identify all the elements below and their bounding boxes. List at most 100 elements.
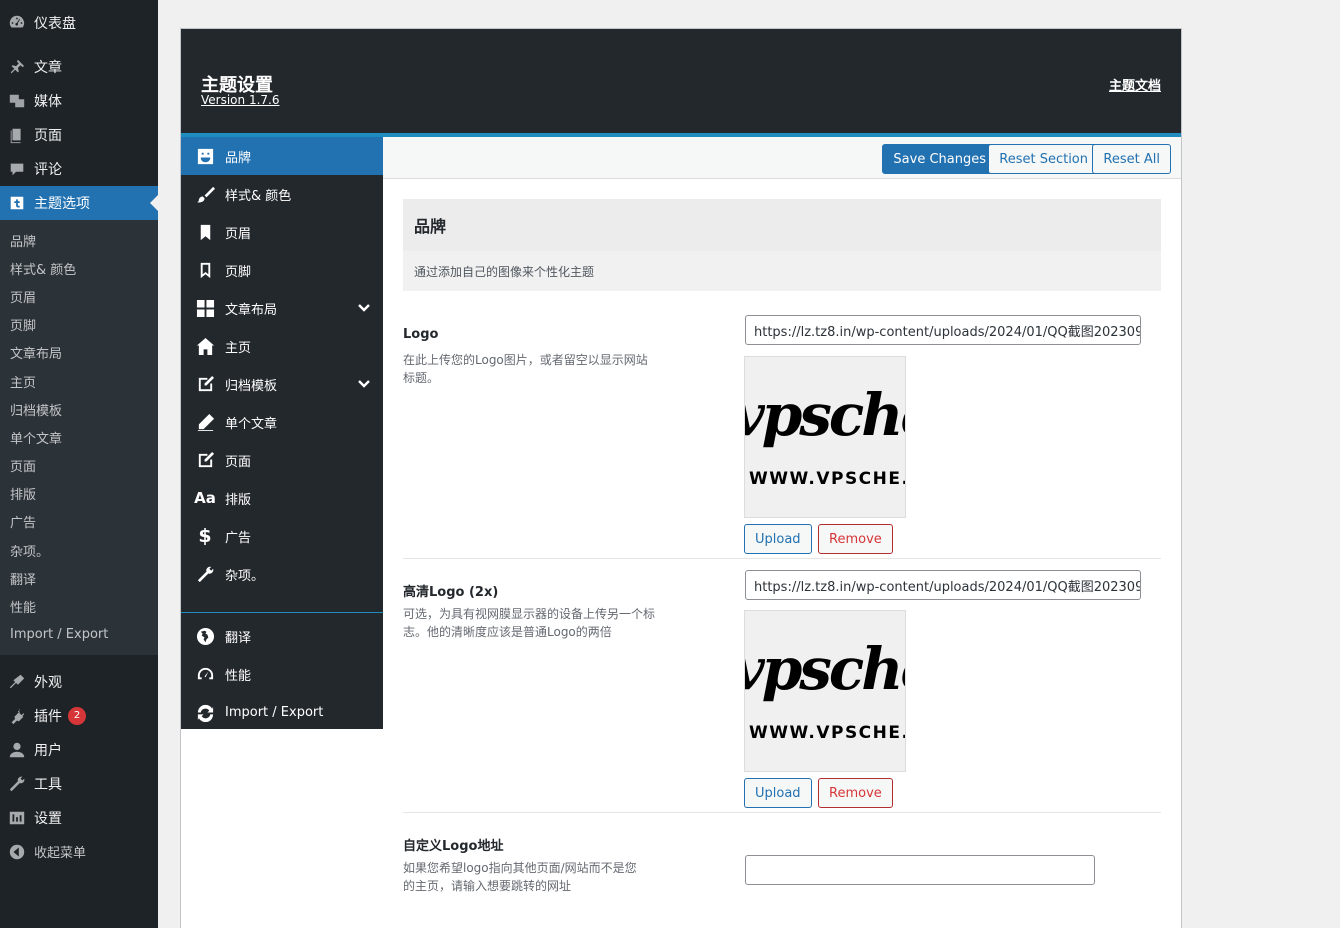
- nav-header[interactable]: 页眉: [181, 213, 383, 251]
- field-label: Logo: [403, 327, 439, 342]
- nav-style-color[interactable]: 样式& 颜色: [181, 175, 383, 213]
- nav-page[interactable]: 页面: [181, 441, 383, 479]
- submenu-item[interactable]: 页脚: [0, 311, 158, 339]
- nav-label: 品牌: [225, 150, 252, 166]
- nav-label: 归档模板: [225, 378, 278, 394]
- menu-label: 工具: [34, 776, 62, 793]
- submenu-item[interactable]: 翻译: [0, 564, 158, 592]
- nav-label: 排版: [225, 492, 252, 508]
- submenu-item[interactable]: 页眉: [0, 282, 158, 310]
- nav-single-post[interactable]: 单个文章: [181, 403, 383, 441]
- retina-logo-upload-button[interactable]: Upload: [744, 778, 812, 808]
- reset-section-button[interactable]: Reset Section: [988, 144, 1099, 174]
- submenu-item[interactable]: 杂项。: [0, 536, 158, 564]
- nav-archive-template[interactable]: 归档模板: [181, 365, 383, 403]
- submenu-item[interactable]: 页面: [0, 452, 158, 480]
- panel-toolbar: Save Changes Reset Section Reset All: [383, 137, 1181, 179]
- custom-logo-url-input[interactable]: [745, 855, 1095, 885]
- submenu-item[interactable]: 品牌: [0, 226, 158, 254]
- retina-logo-remove-button[interactable]: Remove: [818, 778, 893, 808]
- nav-label: Import / Export: [225, 704, 324, 720]
- nav-import-export[interactable]: Import / Export: [181, 693, 383, 731]
- logo-remove-button[interactable]: Remove: [818, 524, 893, 554]
- globe-icon: [195, 626, 215, 646]
- menu-appearance[interactable]: 外观: [0, 665, 158, 699]
- submenu-item[interactable]: 广告: [0, 508, 158, 536]
- menu-label: 插件: [34, 708, 62, 725]
- bookmark-outline-icon: [195, 260, 215, 280]
- nav-footer[interactable]: 页脚: [181, 251, 383, 289]
- menu-dashboard[interactable]: 仪表盘: [0, 6, 158, 40]
- edit-icon: [195, 374, 215, 394]
- home-icon: [195, 336, 215, 356]
- panel-nav: 品牌 样式& 颜色 页眉 页脚 文章布局 主页 归档模板 单个文章 页面 Aa …: [181, 137, 383, 729]
- nav-post-layout[interactable]: 文章布局: [181, 289, 383, 327]
- retina-logo-preview-image: vpsche WWW.VPSCHE.COM: [744, 610, 906, 772]
- menu-posts[interactable]: 文章: [0, 50, 158, 84]
- menu-collapse[interactable]: 收起菜单: [0, 835, 158, 869]
- nav-ads[interactable]: $ 广告: [181, 517, 383, 555]
- section-header: 品牌 通过添加自己的图像来个性化主题: [403, 199, 1161, 291]
- nav-label: 翻译: [225, 630, 252, 646]
- admin-sidebar: 仪表盘 文章 媒体 页面 评论 主题选项 品牌 样式& 颜色 页眉 页脚 文章布局 主页归…: [0, 0, 158, 928]
- submenu-item[interactable]: Import / Export: [0, 621, 158, 649]
- menu-comments[interactable]: 评论: [0, 152, 158, 186]
- nav-label: 性能: [225, 668, 252, 684]
- menu-label: 主题选项: [34, 196, 90, 212]
- nav-translate[interactable]: 翻译: [181, 617, 383, 655]
- dashboard-icon: [8, 14, 26, 32]
- logo-preview-script: vpsche: [745, 635, 905, 703]
- logo-preview-url: WWW.VPSCHE.COM: [749, 469, 905, 489]
- menu-label: 用户: [34, 742, 62, 759]
- nav-divider: [181, 593, 383, 613]
- logo-url-input[interactable]: https://lz.tz8.in/wp-content/uploads/202…: [745, 315, 1141, 345]
- submenu-item[interactable]: 性能: [0, 592, 158, 620]
- theme-options-submenu: 品牌 样式& 颜色 页眉 页脚 文章布局 主页 归档模板 单个文章 页面 排版 广告 杂项。 翻译 性能 I…: [0, 220, 158, 655]
- menu-label: 媒体: [34, 94, 62, 110]
- retina-logo-field: 高清Logo (2x) 可选，为具有视网膜显示器的设备上传另一个标志。他的清晰度…: [403, 559, 1161, 813]
- logo-preview-script: vpsche: [745, 381, 905, 449]
- comment-icon: [8, 160, 26, 178]
- nav-performance[interactable]: 性能: [181, 655, 383, 693]
- submenu-item[interactable]: 排版: [0, 480, 158, 508]
- settings-content: 品牌 通过添加自己的图像来个性化主题 Logo 在此上传您的Logo图片，或者留…: [383, 179, 1181, 928]
- field-description: 如果您希望logo指向其他页面/网站而不是您的主页，请输入想要跳转的网址: [403, 861, 637, 893]
- nav-homepage[interactable]: 主页: [181, 327, 383, 365]
- menu-plugins[interactable]: 插件 2: [0, 699, 158, 733]
- field-label: 自定义Logo地址: [403, 839, 504, 854]
- save-changes-button[interactable]: Save Changes: [882, 144, 997, 174]
- logo-upload-button[interactable]: Upload: [744, 524, 812, 554]
- menu-pages[interactable]: 页面: [0, 118, 158, 152]
- submenu-item[interactable]: 主页: [0, 367, 158, 395]
- menu-label: 页面: [34, 128, 62, 144]
- panel-header: 主题设置 Version 1.7.6 主题文档: [181, 29, 1181, 137]
- submenu-item[interactable]: 文章布局: [0, 339, 158, 367]
- nav-typography[interactable]: Aa 排版: [181, 479, 383, 517]
- menu-tools[interactable]: 工具: [0, 767, 158, 801]
- submenu-item[interactable]: 单个文章: [0, 423, 158, 451]
- nav-label: 杂项。: [225, 568, 265, 584]
- theme-settings-panel: 主题设置 Version 1.7.6 主题文档 品牌 样式& 颜色 页眉 页脚 …: [180, 28, 1182, 928]
- reset-all-button[interactable]: Reset All: [1092, 144, 1171, 174]
- theme-docs-link[interactable]: 主题文档: [1109, 75, 1161, 94]
- menu-label: 收起菜单: [34, 846, 87, 862]
- nav-brand[interactable]: 品牌: [181, 137, 383, 175]
- chevron-down-icon[interactable]: [357, 377, 371, 391]
- nav-misc[interactable]: 杂项。: [181, 555, 383, 593]
- section-title: 品牌: [414, 217, 447, 236]
- menu-users[interactable]: 用户: [0, 733, 158, 767]
- menu-media[interactable]: 媒体: [0, 84, 158, 118]
- refresh-icon: [195, 702, 215, 722]
- submenu-item[interactable]: 样式& 颜色: [0, 254, 158, 282]
- menu-label: 文章: [34, 60, 62, 76]
- typography-icon: Aa: [194, 489, 216, 507]
- menu-settings[interactable]: 设置: [0, 801, 158, 835]
- wrench-icon: [195, 564, 215, 584]
- menu-theme-options[interactable]: 主题选项: [0, 186, 158, 220]
- retina-logo-url-input[interactable]: https://lz.tz8.in/wp-content/uploads/202…: [745, 570, 1141, 600]
- theme-options-icon: [8, 194, 26, 212]
- submenu-item[interactable]: 归档模板: [0, 395, 158, 423]
- chevron-down-icon[interactable]: [357, 301, 371, 315]
- version-link[interactable]: Version 1.7.6: [201, 93, 279, 107]
- dollar-icon: $: [198, 525, 212, 547]
